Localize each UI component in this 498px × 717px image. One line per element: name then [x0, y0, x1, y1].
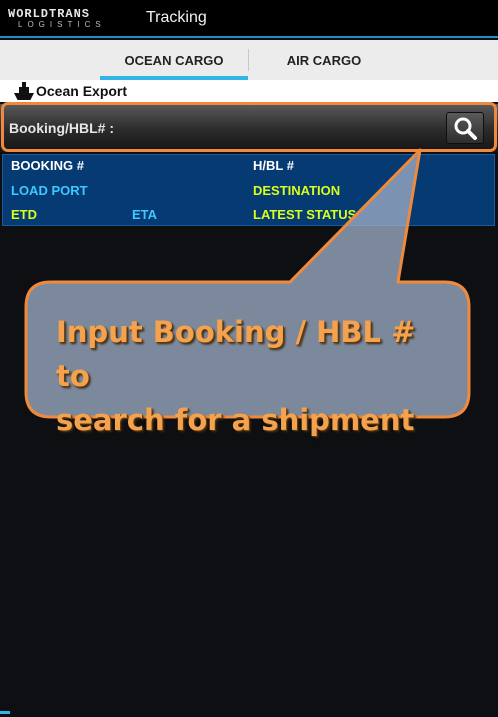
callout-line-1: Input Booking / HBL # to [56, 315, 416, 393]
booking-hbl-input[interactable] [120, 114, 430, 142]
tab-air-cargo-label: AIR CARGO [286, 52, 362, 68]
latest-status-label: LATEST STATUS [253, 207, 357, 222]
destination-label: DESTINATION [253, 183, 341, 198]
search-label: Booking/HBL# : [9, 120, 114, 136]
ship-icon [14, 82, 34, 100]
app-title: Tracking [146, 9, 207, 26]
booking-label: BOOKING # [11, 158, 84, 173]
callout-text: Input Booking / HBL # to search for a sh… [56, 310, 456, 442]
tab-divider [248, 49, 249, 71]
tab-ocean-cargo[interactable]: OCEAN CARGO [100, 40, 248, 80]
section-header: Ocean Export [0, 80, 498, 102]
logo-wordmark: WORLDTRANS [8, 7, 91, 21]
search-button[interactable] [446, 112, 484, 144]
worldtrans-logo: WORLDTRANS LOGISTICS [8, 3, 140, 33]
logo-tagline: LOGISTICS [18, 20, 106, 29]
cargo-tabs: OCEAN CARGO AIR CARGO [0, 40, 498, 80]
search-icon [454, 117, 477, 140]
shipment-info-header: BOOKING # H/BL # LOAD PORT DESTINATION E… [2, 154, 495, 226]
search-bar: Booking/HBL# : [0, 104, 498, 152]
section-title: Ocean Export [36, 83, 128, 99]
callout-line-2: search for a shipment [56, 403, 415, 437]
action-bar: WORLDTRANS LOGISTICS Tracking [0, 0, 498, 38]
scroll-indicator [0, 711, 10, 714]
etd-label: ETD [11, 207, 37, 222]
load-port-label: LOAD PORT [11, 183, 88, 198]
hbl-label: H/BL # [253, 158, 294, 173]
tab-air-cargo[interactable]: AIR CARGO [250, 40, 398, 80]
eta-label: ETA [132, 207, 158, 222]
tab-ocean-cargo-label: OCEAN CARGO [124, 52, 224, 68]
